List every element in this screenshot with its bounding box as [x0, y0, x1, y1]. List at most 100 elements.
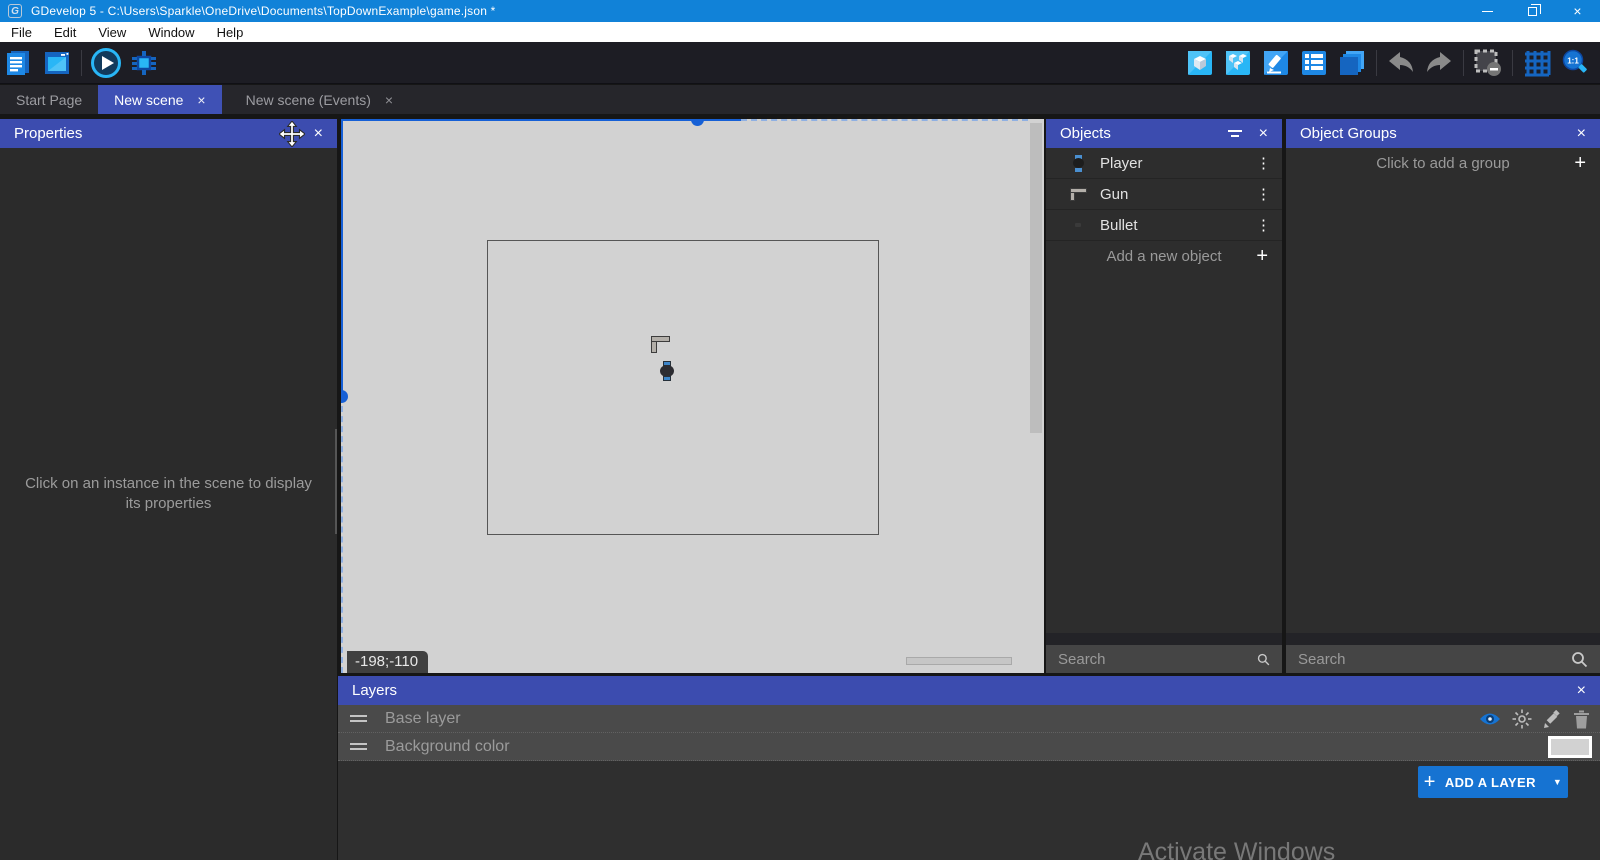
- menu-view[interactable]: View: [87, 22, 137, 42]
- toolbar-separator: [81, 50, 82, 76]
- instances-list-icon: [1300, 49, 1328, 77]
- object-groups-panel: Object Groups × Click to add a group +: [1286, 119, 1600, 673]
- menu-help[interactable]: Help: [206, 22, 255, 42]
- plus-icon: +: [1574, 152, 1586, 175]
- delete-layer-trash-icon[interactable]: [1573, 710, 1590, 729]
- undo-icon: [1386, 48, 1416, 78]
- toolbar: 1:1: [0, 42, 1600, 84]
- clear-selection-button[interactable]: [1471, 46, 1505, 80]
- tab-new-scene-events[interactable]: New scene (Events) ×: [230, 85, 409, 114]
- edit-layer-pencil-icon[interactable]: [1543, 710, 1562, 729]
- canvas-horizontal-scrollbar[interactable]: [906, 657, 1012, 665]
- menu-window[interactable]: Window: [137, 22, 205, 42]
- object-row-bullet[interactable]: Bullet ⋮: [1046, 210, 1282, 241]
- debug-button[interactable]: [127, 46, 161, 80]
- gun-thumbnail-icon: [1070, 188, 1087, 201]
- layers-close-icon[interactable]: ×: [1577, 682, 1586, 700]
- add-layer-label: ADD A LAYER: [1445, 775, 1536, 790]
- resize-handle-top[interactable]: [691, 119, 704, 126]
- layers-title: Layers: [352, 682, 397, 699]
- object-more-icon[interactable]: ⋮: [1256, 154, 1272, 172]
- drag-handle-icon[interactable]: [350, 743, 367, 750]
- objects-filter-icon[interactable]: [1227, 128, 1243, 140]
- tab-close-icon[interactable]: ×: [197, 92, 205, 108]
- objects-search-input[interactable]: [1058, 651, 1257, 668]
- tab-label: New scene: [114, 92, 183, 108]
- object-more-icon[interactable]: ⋮: [1256, 185, 1272, 203]
- visibility-eye-icon[interactable]: [1479, 711, 1501, 727]
- player-thumbnail-icon: [1073, 155, 1084, 172]
- restore-button[interactable]: [1510, 0, 1555, 22]
- layers-icon: [1337, 48, 1367, 78]
- play-button[interactable]: [89, 46, 123, 80]
- layers-header: Layers ×: [338, 676, 1600, 705]
- properties-scrollbar[interactable]: [335, 429, 337, 534]
- menu-bar: File Edit View Window Help: [0, 22, 1600, 42]
- menu-edit[interactable]: Edit: [43, 22, 87, 42]
- minimize-icon: [1482, 11, 1493, 12]
- layers-panel: Layers × Base layer: [338, 676, 1600, 860]
- project-manager-button[interactable]: [2, 46, 36, 80]
- objects-header: Objects ×: [1046, 119, 1282, 148]
- object-groups-title: Object Groups: [1300, 125, 1397, 142]
- tab-start-page[interactable]: Start Page: [0, 85, 98, 114]
- zoom-reset-button[interactable]: 1:1: [1558, 46, 1592, 80]
- window-title: GDevelop 5 - C:\Users\Sparkle\OneDrive\D…: [31, 4, 496, 18]
- drag-handle-icon[interactable]: [350, 715, 367, 722]
- toggle-grid-button[interactable]: [1520, 46, 1554, 80]
- properties-empty-message: Click on an instance in the scene to dis…: [20, 474, 317, 515]
- tab-new-scene[interactable]: New scene ×: [98, 85, 221, 114]
- open-layers-button[interactable]: [1335, 46, 1369, 80]
- add-layer-button[interactable]: + ADD A LAYER ▼: [1418, 766, 1568, 798]
- canvas-vertical-scrollbar[interactable]: [1028, 119, 1044, 673]
- object-name: Gun: [1100, 186, 1128, 203]
- panel-divider: [1286, 633, 1600, 645]
- scene-editor-canvas[interactable]: -198;-110: [341, 119, 1028, 673]
- selection-border-left: [341, 119, 343, 396]
- open-properties-button[interactable]: [1259, 46, 1293, 80]
- redo-button[interactable]: [1422, 46, 1456, 80]
- tab-close-icon[interactable]: ×: [385, 92, 393, 108]
- start-page-button[interactable]: [40, 46, 74, 80]
- menu-file[interactable]: File: [0, 22, 43, 42]
- toolbar-separator: [1463, 50, 1464, 76]
- canvas-vertical-scrollbar-thumb[interactable]: [1030, 123, 1042, 433]
- background-color-swatch[interactable]: [1548, 736, 1592, 758]
- objects-close-icon[interactable]: ×: [1259, 125, 1268, 143]
- open-objects-editor-button[interactable]: [1183, 46, 1217, 80]
- gun-instance[interactable]: [651, 336, 670, 353]
- restore-icon: [1528, 7, 1537, 16]
- properties-close-icon[interactable]: ×: [314, 125, 323, 143]
- properties-title: Properties: [14, 125, 82, 142]
- add-new-object-button[interactable]: Add a new object +: [1046, 241, 1282, 272]
- layer-effects-icon[interactable]: [1512, 709, 1532, 729]
- groups-search-input[interactable]: [1298, 651, 1571, 668]
- undo-button[interactable]: [1384, 46, 1418, 80]
- open-object-groups-button[interactable]: [1221, 46, 1255, 80]
- object-groups-close-icon[interactable]: ×: [1577, 125, 1586, 143]
- object-row-gun[interactable]: Gun ⋮: [1046, 179, 1282, 210]
- object-name: Player: [1100, 155, 1143, 172]
- move-cursor-icon: [279, 121, 305, 147]
- player-instance[interactable]: [660, 361, 674, 381]
- open-instances-list-button[interactable]: [1297, 46, 1331, 80]
- properties-panel: Properties × Click on an instance in the…: [0, 119, 337, 860]
- plus-icon: +: [1256, 245, 1268, 268]
- layer-row-base[interactable]: Base layer: [338, 705, 1600, 733]
- object-row-player[interactable]: Player ⋮: [1046, 148, 1282, 179]
- debug-bug-icon: [129, 48, 159, 78]
- plus-icon: +: [1424, 771, 1436, 794]
- game-window-border: [487, 240, 879, 535]
- layer-row-background-color[interactable]: Background color: [338, 733, 1600, 761]
- add-group-button[interactable]: Click to add a group +: [1286, 148, 1600, 179]
- minimize-button[interactable]: [1465, 0, 1510, 22]
- resize-handle-left[interactable]: [341, 390, 348, 403]
- search-icon: [1571, 651, 1588, 668]
- close-icon: ×: [1573, 4, 1581, 18]
- gun-sprite-part: [651, 341, 657, 353]
- player-sprite-part: [663, 376, 671, 381]
- object-more-icon[interactable]: ⋮: [1256, 216, 1272, 234]
- object-name: Bullet: [1100, 217, 1138, 234]
- toolbar-separator: [1512, 50, 1513, 76]
- close-button[interactable]: ×: [1555, 0, 1600, 22]
